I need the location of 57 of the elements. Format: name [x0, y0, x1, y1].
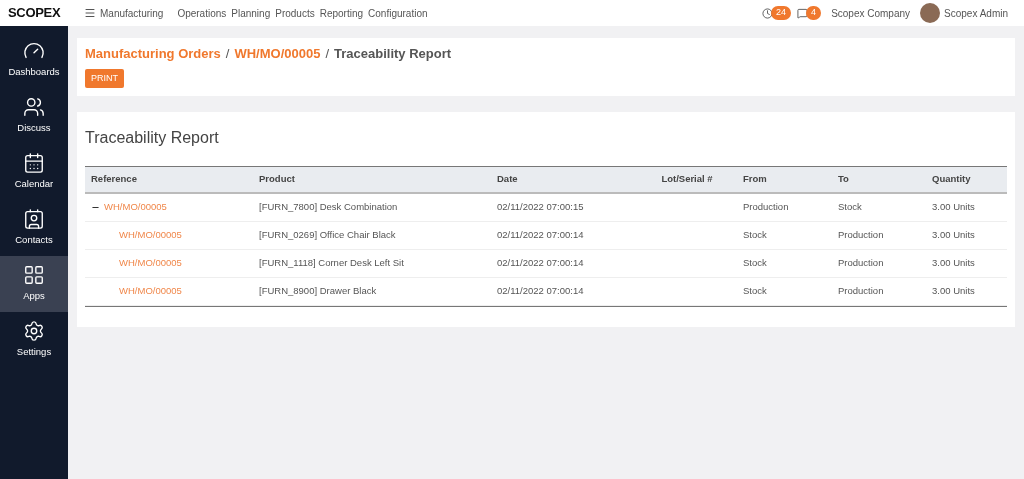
table-cell: 02/11/2022 07:00:14: [497, 229, 584, 241]
company-name[interactable]: Scopex Company: [831, 5, 911, 21]
sidebar-item[interactable]: Calendar: [0, 144, 68, 200]
avatar[interactable]: [920, 3, 941, 23]
clock-icon[interactable]: [762, 7, 774, 19]
sidebar-item[interactable]: Contacts: [0, 200, 68, 256]
table-cell: [FURN_8900] Drawer Black: [259, 285, 377, 297]
table-cell: 3.00 Units: [932, 285, 975, 297]
user-name[interactable]: Scopex Admin: [944, 5, 1008, 21]
column-header: Date: [497, 173, 518, 185]
count-badge: 4: [806, 6, 822, 20]
table-cell: 3.00 Units: [932, 229, 975, 241]
menu-item[interactable]: Operations: [177, 5, 227, 21]
table-cell: [FURN_1118] Corner Desk Left Sit: [259, 257, 404, 269]
people-icon: [23, 96, 45, 119]
column-header: Reference: [91, 173, 137, 185]
table-cell: [FURN_0269] Office Chair Black: [259, 229, 396, 241]
sidebar-item[interactable]: Apps: [0, 256, 68, 312]
menu-item[interactable]: Products: [275, 5, 315, 21]
column-header: Lot/Serial #: [661, 173, 713, 185]
menu-item[interactable]: Configuration: [368, 5, 428, 21]
table-cell: 02/11/2022 07:00:15: [497, 201, 584, 213]
table-cell: Stock: [743, 285, 767, 297]
menu-icon[interactable]: [84, 7, 96, 19]
table-cell: Stock: [743, 229, 767, 241]
sidebar-item[interactable]: Discuss: [0, 88, 68, 144]
table-cell: 02/11/2022 07:00:14: [497, 285, 584, 297]
table-cell: 3.00 Units: [932, 257, 975, 269]
column-header: Quantity: [932, 173, 971, 185]
settings-icon: [23, 320, 45, 343]
breadcrumb-separator: /: [225, 45, 230, 63]
column-header: Product: [259, 173, 295, 185]
table-cell: Production: [838, 285, 884, 297]
logo[interactable]: SCOPEX: [8, 3, 76, 23]
breadcrumb-current: Traceability Report: [334, 45, 452, 63]
menu-item[interactable]: Planning: [231, 5, 271, 21]
table-cell: 3.00 Units: [932, 201, 975, 213]
count-badge: 24: [771, 6, 792, 20]
table-cell: Production: [838, 257, 884, 269]
breadcrumb-separator: /: [325, 45, 330, 63]
sidebar-item[interactable]: Dashboards: [0, 32, 68, 88]
table-cell: 02/11/2022 07:00:14: [497, 257, 584, 269]
table-cell: Stock: [838, 201, 862, 213]
table-cell: Production: [743, 201, 789, 213]
menu-item[interactable]: Reporting: [319, 5, 364, 21]
table-cell: [FURN_7800] Desk Combination: [259, 201, 398, 213]
calendar-icon: [23, 152, 45, 175]
report-title: Traceability Report: [85, 128, 220, 148]
chat-icon[interactable]: [797, 7, 809, 19]
column-header: To: [838, 173, 849, 185]
table-cell: Production: [838, 229, 884, 241]
table-cell: Stock: [743, 257, 767, 269]
column-header: From: [743, 173, 767, 185]
app-name[interactable]: Manufacturing: [100, 5, 164, 21]
grid-icon: [23, 264, 45, 287]
contact-book-icon: [23, 208, 45, 231]
sidebar-item[interactable]: Settings: [0, 312, 68, 368]
